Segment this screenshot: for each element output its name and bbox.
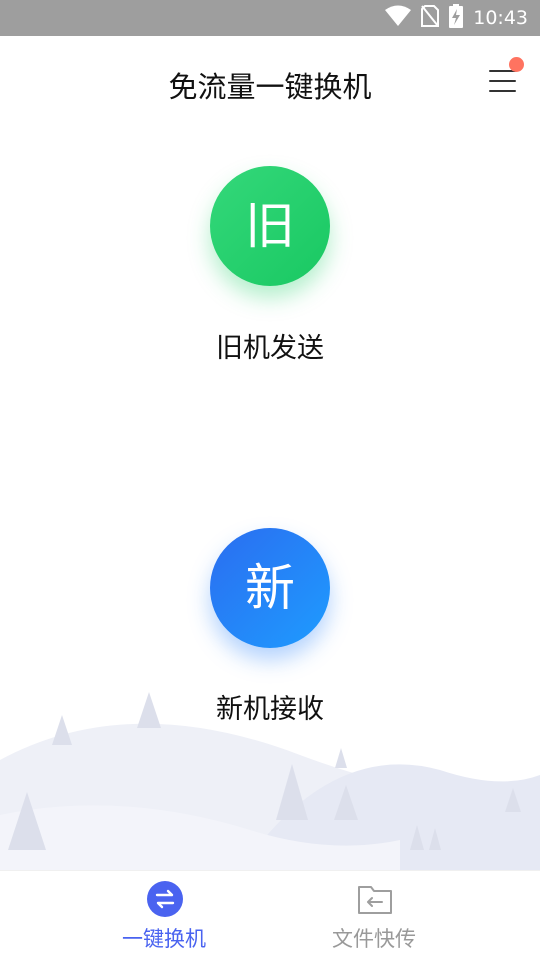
hills-scenery-illustration xyxy=(0,692,540,870)
folder-transfer-icon xyxy=(357,881,393,917)
old-phone-send-button[interactable]: 旧 xyxy=(210,166,330,286)
new-phone-receive-button[interactable]: 新 xyxy=(210,528,330,648)
old-glyph-icon: 旧 xyxy=(245,197,295,255)
notification-dot xyxy=(509,57,524,72)
no-sim-icon xyxy=(421,5,440,31)
tab-one-key-switch-label: 一键换机 xyxy=(122,927,206,951)
wifi-icon xyxy=(385,5,412,31)
tab-file-transfer-label: 文件快传 xyxy=(332,927,416,951)
new-glyph-icon: 新 xyxy=(245,559,295,617)
app-header: 免流量一键换机 xyxy=(0,36,540,126)
menu-button[interactable] xyxy=(484,57,524,102)
bottom-nav: 一键换机 文件快传 xyxy=(0,870,540,960)
status-time: 10:43 xyxy=(473,7,528,29)
status-icons: 10:43 xyxy=(385,0,528,36)
status-bar: 10:43 xyxy=(0,0,540,36)
old-phone-send-label[interactable]: 旧机发送 xyxy=(0,326,540,365)
battery-charging-icon xyxy=(449,4,464,32)
tab-file-transfer[interactable]: 文件快传 xyxy=(274,871,474,960)
page-title: 免流量一键换机 xyxy=(168,70,372,104)
tab-one-key-switch[interactable]: 一键换机 xyxy=(64,871,264,960)
swap-arrows-icon xyxy=(147,881,183,917)
